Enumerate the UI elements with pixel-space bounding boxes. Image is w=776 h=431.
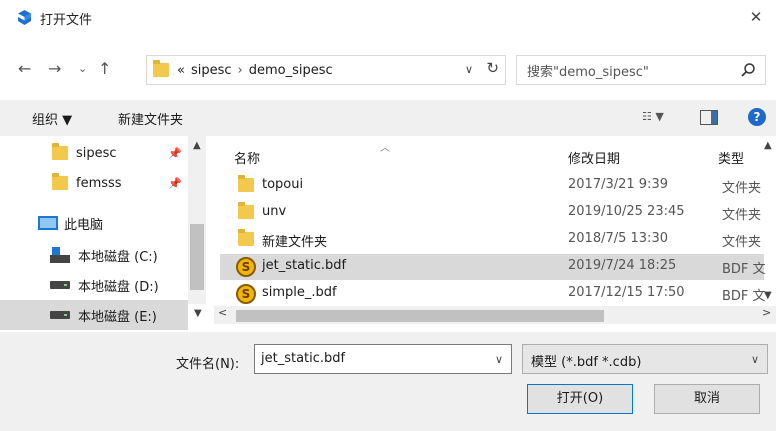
title-bar: 打开文件 ✕: [0, 0, 776, 34]
folder-icon: [52, 143, 68, 160]
folder-icon: [153, 60, 169, 77]
nav-item-femsss[interactable]: femsss 📌: [0, 168, 200, 198]
file-name: simple_.bdf: [262, 285, 337, 300]
file-row-topoui[interactable]: topoui 2017/3/21 9:39 文件夹: [220, 173, 764, 199]
close-button[interactable]: ✕: [736, 0, 776, 34]
back-arrow-icon[interactable]: ←: [18, 59, 31, 78]
scroll-down-icon[interactable]: ▼: [764, 290, 772, 301]
chevron-down-icon[interactable]: ∨: [751, 353, 759, 366]
filetype-value: 模型 (*.bdf *.cdb): [531, 355, 642, 370]
scroll-up-icon[interactable]: ▲: [193, 140, 201, 151]
address-bar[interactable]: « sipesc › demo_sipesc ∨ ↻: [146, 55, 506, 85]
file-type: 文件夹: [722, 181, 762, 196]
file-name: topoui: [262, 177, 304, 192]
recent-dropdown-icon[interactable]: ⌄: [78, 62, 87, 75]
file-date: 2017/12/15 17:50: [568, 285, 685, 300]
hscrollbar-thumb[interactable]: [236, 310, 604, 322]
file-date: 2019/10/25 23:45: [568, 204, 685, 219]
sort-ascending-icon: ︿: [380, 143, 390, 154]
folder-icon: [52, 173, 68, 190]
file-type: 文件夹: [722, 235, 762, 250]
file-name: unv: [262, 204, 287, 219]
address-prefix[interactable]: «: [177, 63, 185, 78]
nav-item-this-pc[interactable]: 此电脑: [0, 208, 200, 238]
filename-value[interactable]: jet_static.bdf: [261, 351, 345, 366]
folder-icon: [238, 229, 254, 246]
file-type: BDF 文: [722, 262, 766, 277]
pin-icon[interactable]: 📌: [168, 177, 182, 190]
sipesc-app-icon: [18, 10, 31, 25]
open-button[interactable]: 打开(O): [527, 384, 633, 414]
nav-item-drive-d[interactable]: 本地磁盘 (D:): [0, 270, 200, 300]
scroll-down-icon[interactable]: ▼: [194, 308, 202, 319]
search-input[interactable]: 搜索"demo_sipesc": [516, 55, 766, 85]
breadcrumb-sipesc[interactable]: sipesc: [191, 63, 232, 78]
drive-icon: [50, 281, 70, 289]
computer-icon: [38, 216, 58, 230]
address-row: ← → ⌄ ↑ « sipesc › demo_sipesc ∨ ↻ 搜索"de…: [0, 50, 776, 90]
address-dropdown-icon[interactable]: ∨: [465, 63, 473, 76]
view-options-icon[interactable]: ☷ ▼: [642, 110, 678, 126]
filename-label: 文件名(N):: [176, 357, 240, 372]
nav-item-drive-c[interactable]: 本地磁盘 (C:): [0, 240, 200, 270]
file-row-jet-static[interactable]: S jet_static.bdf 2019/7/24 18:25 BDF 文: [220, 254, 766, 280]
file-type: BDF 文: [722, 289, 766, 304]
forward-arrow-icon[interactable]: →: [48, 59, 61, 78]
preview-pane-icon[interactable]: [700, 110, 718, 125]
new-folder-button[interactable]: 新建文件夹: [118, 109, 183, 128]
file-row-unv[interactable]: unv 2019/10/25 23:45 文件夹: [220, 200, 764, 226]
organize-button[interactable]: 组织 ▼: [32, 109, 72, 128]
breadcrumb-separator: ›: [237, 62, 243, 78]
pin-icon[interactable]: 📌: [168, 147, 182, 160]
file-name: jet_static.bdf: [262, 258, 347, 273]
window-title: 打开文件: [40, 13, 93, 28]
file-date: 2019/7/24 18:25: [568, 258, 677, 273]
nav-item-label: 此电脑: [64, 217, 104, 233]
bdf-file-icon: S: [236, 284, 256, 304]
search-icon[interactable]: [740, 62, 756, 78]
file-date: 2017/3/21 9:39: [568, 177, 668, 192]
column-header-date[interactable]: 修改日期: [568, 148, 620, 167]
filetype-select[interactable]: 模型 (*.bdf *.cdb) ∨: [522, 344, 768, 374]
up-arrow-icon[interactable]: ↑: [98, 59, 111, 78]
scroll-right-icon[interactable]: >: [762, 306, 771, 319]
file-row-new-folder[interactable]: 新建文件夹 2018/7/5 13:30 文件夹: [220, 227, 764, 253]
chevron-down-icon[interactable]: ∨: [495, 353, 503, 366]
nav-item-label: sipesc: [76, 145, 117, 161]
cancel-button[interactable]: 取消: [654, 384, 760, 414]
nav-item-label: 本地磁盘 (E:): [78, 309, 157, 325]
system-drive-icon: [50, 247, 70, 263]
breadcrumb-demo-sipesc[interactable]: demo_sipesc: [249, 63, 333, 78]
nav-item-label: 本地磁盘 (D:): [78, 279, 159, 295]
scroll-up-icon[interactable]: ▲: [764, 140, 772, 151]
file-type: 文件夹: [722, 208, 762, 223]
file-date: 2018/7/5 13:30: [568, 231, 668, 246]
bdf-file-icon: S: [236, 257, 256, 277]
column-header-name[interactable]: 名称: [234, 148, 260, 167]
refresh-icon[interactable]: ↻: [486, 59, 499, 77]
file-row-simple[interactable]: S simple_.bdf 2017/12/15 17:50 BDF 文: [220, 281, 766, 307]
drive-icon: [50, 311, 70, 319]
column-header-type[interactable]: 类型: [718, 148, 744, 167]
command-toolbar: 组织 ▼ 新建文件夹 ☷ ▼ ?: [0, 100, 776, 136]
nav-item-drive-e[interactable]: 本地磁盘 (E:): [0, 300, 188, 330]
filename-input[interactable]: jet_static.bdf ∨: [254, 344, 512, 374]
close-icon: ✕: [749, 8, 763, 26]
nav-item-label: 本地磁盘 (C:): [78, 249, 158, 265]
scroll-left-icon[interactable]: <: [218, 306, 227, 319]
folder-icon: [238, 202, 254, 219]
nav-item-sipesc[interactable]: sipesc 📌: [0, 138, 200, 168]
folder-icon: [238, 175, 254, 192]
file-name: 新建文件夹: [262, 235, 328, 250]
nav-item-label: femsss: [76, 175, 122, 191]
nav-scrollbar-thumb[interactable]: [190, 224, 204, 290]
open-file-dialog: 打开文件 ✕ ← → ⌄ ↑ « sipesc › demo_sipesc ∨ …: [0, 0, 776, 431]
search-placeholder: 搜索"demo_sipesc": [527, 64, 649, 80]
help-icon[interactable]: ?: [748, 108, 766, 126]
